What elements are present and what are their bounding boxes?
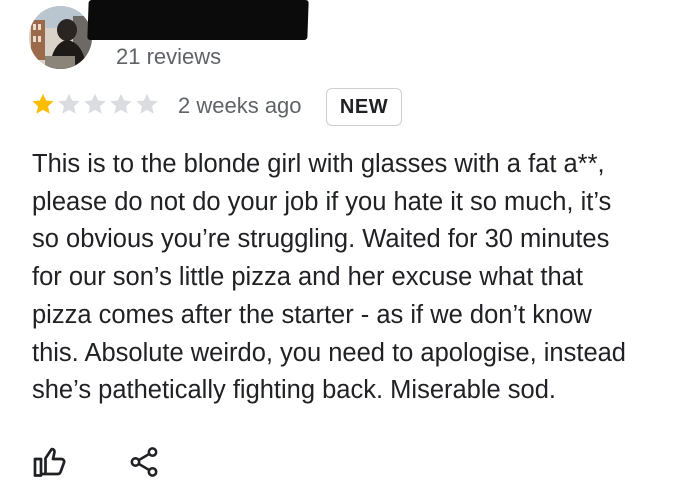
share-icon — [130, 447, 158, 477]
thumbs-up-icon — [33, 447, 66, 477]
review-count[interactable]: 21 reviews — [116, 44, 221, 70]
star-empty-icon — [58, 93, 80, 114]
review-card: 21 reviews 2 weeks ago NEW This is to th… — [0, 0, 700, 489]
avatar[interactable] — [29, 6, 92, 69]
share-button[interactable] — [124, 442, 164, 482]
review-text-line: pizza comes after the starter - as if we… — [32, 300, 592, 329]
star-rating — [30, 91, 160, 119]
review-text-line: please do not do your job if you hate it… — [32, 187, 612, 216]
review-date: 2 weeks ago — [178, 93, 302, 118]
new-badge: NEW — [326, 88, 402, 126]
review-text-line: this. Absolute weirdo, you need to apolo… — [32, 338, 626, 367]
review-text-line: she’s pathetically fighting back. Misera… — [32, 376, 556, 405]
star-empty-icon — [110, 93, 132, 114]
redacted-reviewer-name-extra — [262, 0, 302, 14]
avatar-image — [29, 6, 92, 69]
like-button[interactable] — [30, 442, 70, 482]
review-text-line: This is to the blonde girl with glasses … — [32, 150, 605, 178]
review-text-line: for our son’s little pizza and her excus… — [32, 263, 583, 292]
star-empty-icon — [136, 93, 158, 114]
review-actions — [30, 440, 164, 484]
star-empty-icon — [84, 93, 106, 114]
review-text-line: so obvious you’re struggling. Waited for… — [32, 225, 610, 254]
review-text: This is to the blonde girl with glasses … — [32, 146, 692, 410]
star-filled-icon — [32, 93, 54, 114]
